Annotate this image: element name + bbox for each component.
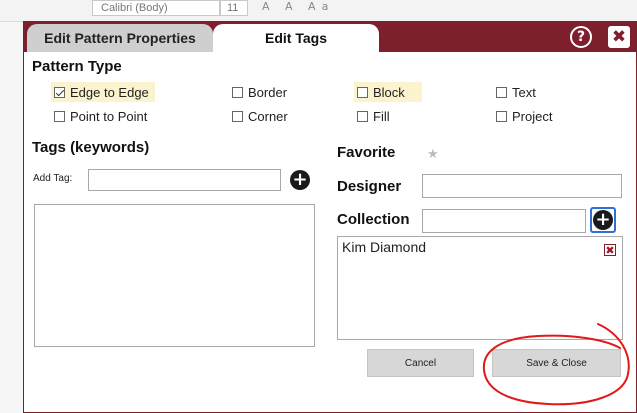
help-icon[interactable]: ? — [570, 26, 592, 48]
checkbox-block[interactable]: Block — [354, 82, 422, 102]
checkbox-text[interactable]: Text — [493, 82, 542, 102]
background-toolbar-glyphs: A A Aa — [262, 0, 335, 13]
checkbox-icon — [232, 110, 243, 122]
designer-input[interactable] — [422, 174, 622, 198]
checkbox-point-to-point[interactable]: Point to Point — [51, 106, 153, 126]
checkbox-icon — [496, 86, 507, 98]
designer-label: Designer — [337, 178, 402, 195]
background-font-name: Calibri (Body) — [92, 0, 220, 16]
collection-input[interactable] — [422, 209, 586, 233]
favorite-label: Favorite — [337, 144, 396, 161]
dialog-content: Pattern Type Edge to Edge Border Block T… — [24, 52, 636, 412]
checkbox-icon — [232, 86, 243, 98]
checkbox-label: Border — [248, 84, 288, 100]
tags-dialog: Edit Pattern Properties Edit Tags ? ✖ Pa… — [23, 21, 637, 413]
checkbox-icon — [357, 110, 368, 122]
close-icon[interactable]: ✖ — [608, 26, 630, 48]
background-left-panel — [0, 22, 24, 413]
checkbox-label: Point to Point — [70, 108, 148, 124]
checkbox-label: Project — [512, 108, 553, 124]
dialog-titlebar: Edit Pattern Properties Edit Tags ? ✖ — [24, 22, 636, 52]
checkbox-corner[interactable]: Corner — [229, 106, 294, 126]
save-close-button[interactable]: Save & Close — [492, 349, 621, 377]
checkbox-label: Text — [512, 84, 536, 100]
tags-list-box[interactable] — [34, 204, 315, 347]
collection-item-kim-diamond[interactable]: Kim Diamond — [342, 239, 426, 255]
checkbox-fill[interactable]: Fill — [354, 106, 396, 126]
collection-label: Collection — [337, 211, 410, 228]
tab-edit-pattern-properties[interactable]: Edit Pattern Properties — [27, 24, 213, 52]
checkbox-icon — [54, 110, 65, 122]
cancel-button[interactable]: Cancel — [367, 349, 474, 377]
checkbox-label: Fill — [373, 108, 390, 124]
add-tag-plus-icon[interactable]: + — [290, 170, 310, 190]
pattern-type-title: Pattern Type — [32, 58, 122, 75]
remove-collection-item-icon[interactable]: ✖ — [604, 244, 616, 256]
background-ribbon: Calibri (Body) 11 A A Aa — [0, 0, 637, 22]
checkbox-label: Edge to Edge — [70, 84, 149, 100]
collection-list-box[interactable]: Kim Diamond ✖ — [337, 236, 623, 340]
add-collection-plus-icon[interactable]: + — [593, 210, 613, 230]
star-icon[interactable]: ★ — [427, 147, 439, 162]
checkbox-checked-icon — [54, 86, 65, 98]
checkbox-label: Block — [373, 84, 405, 100]
tab-edit-tags[interactable]: Edit Tags — [213, 24, 379, 52]
background-font-size: 11 — [220, 0, 248, 16]
tags-title: Tags (keywords) — [32, 139, 150, 156]
collection-add-focus-frame: + — [590, 207, 616, 233]
checkbox-icon — [357, 86, 368, 98]
checkbox-project[interactable]: Project — [493, 106, 558, 126]
add-tag-label: Add Tag: — [33, 173, 73, 184]
add-tag-input[interactable] — [88, 169, 281, 191]
checkbox-label: Corner — [248, 108, 288, 124]
checkbox-icon — [496, 110, 507, 122]
checkbox-border[interactable]: Border — [229, 82, 293, 102]
checkbox-edge-to-edge[interactable]: Edge to Edge — [51, 82, 155, 102]
